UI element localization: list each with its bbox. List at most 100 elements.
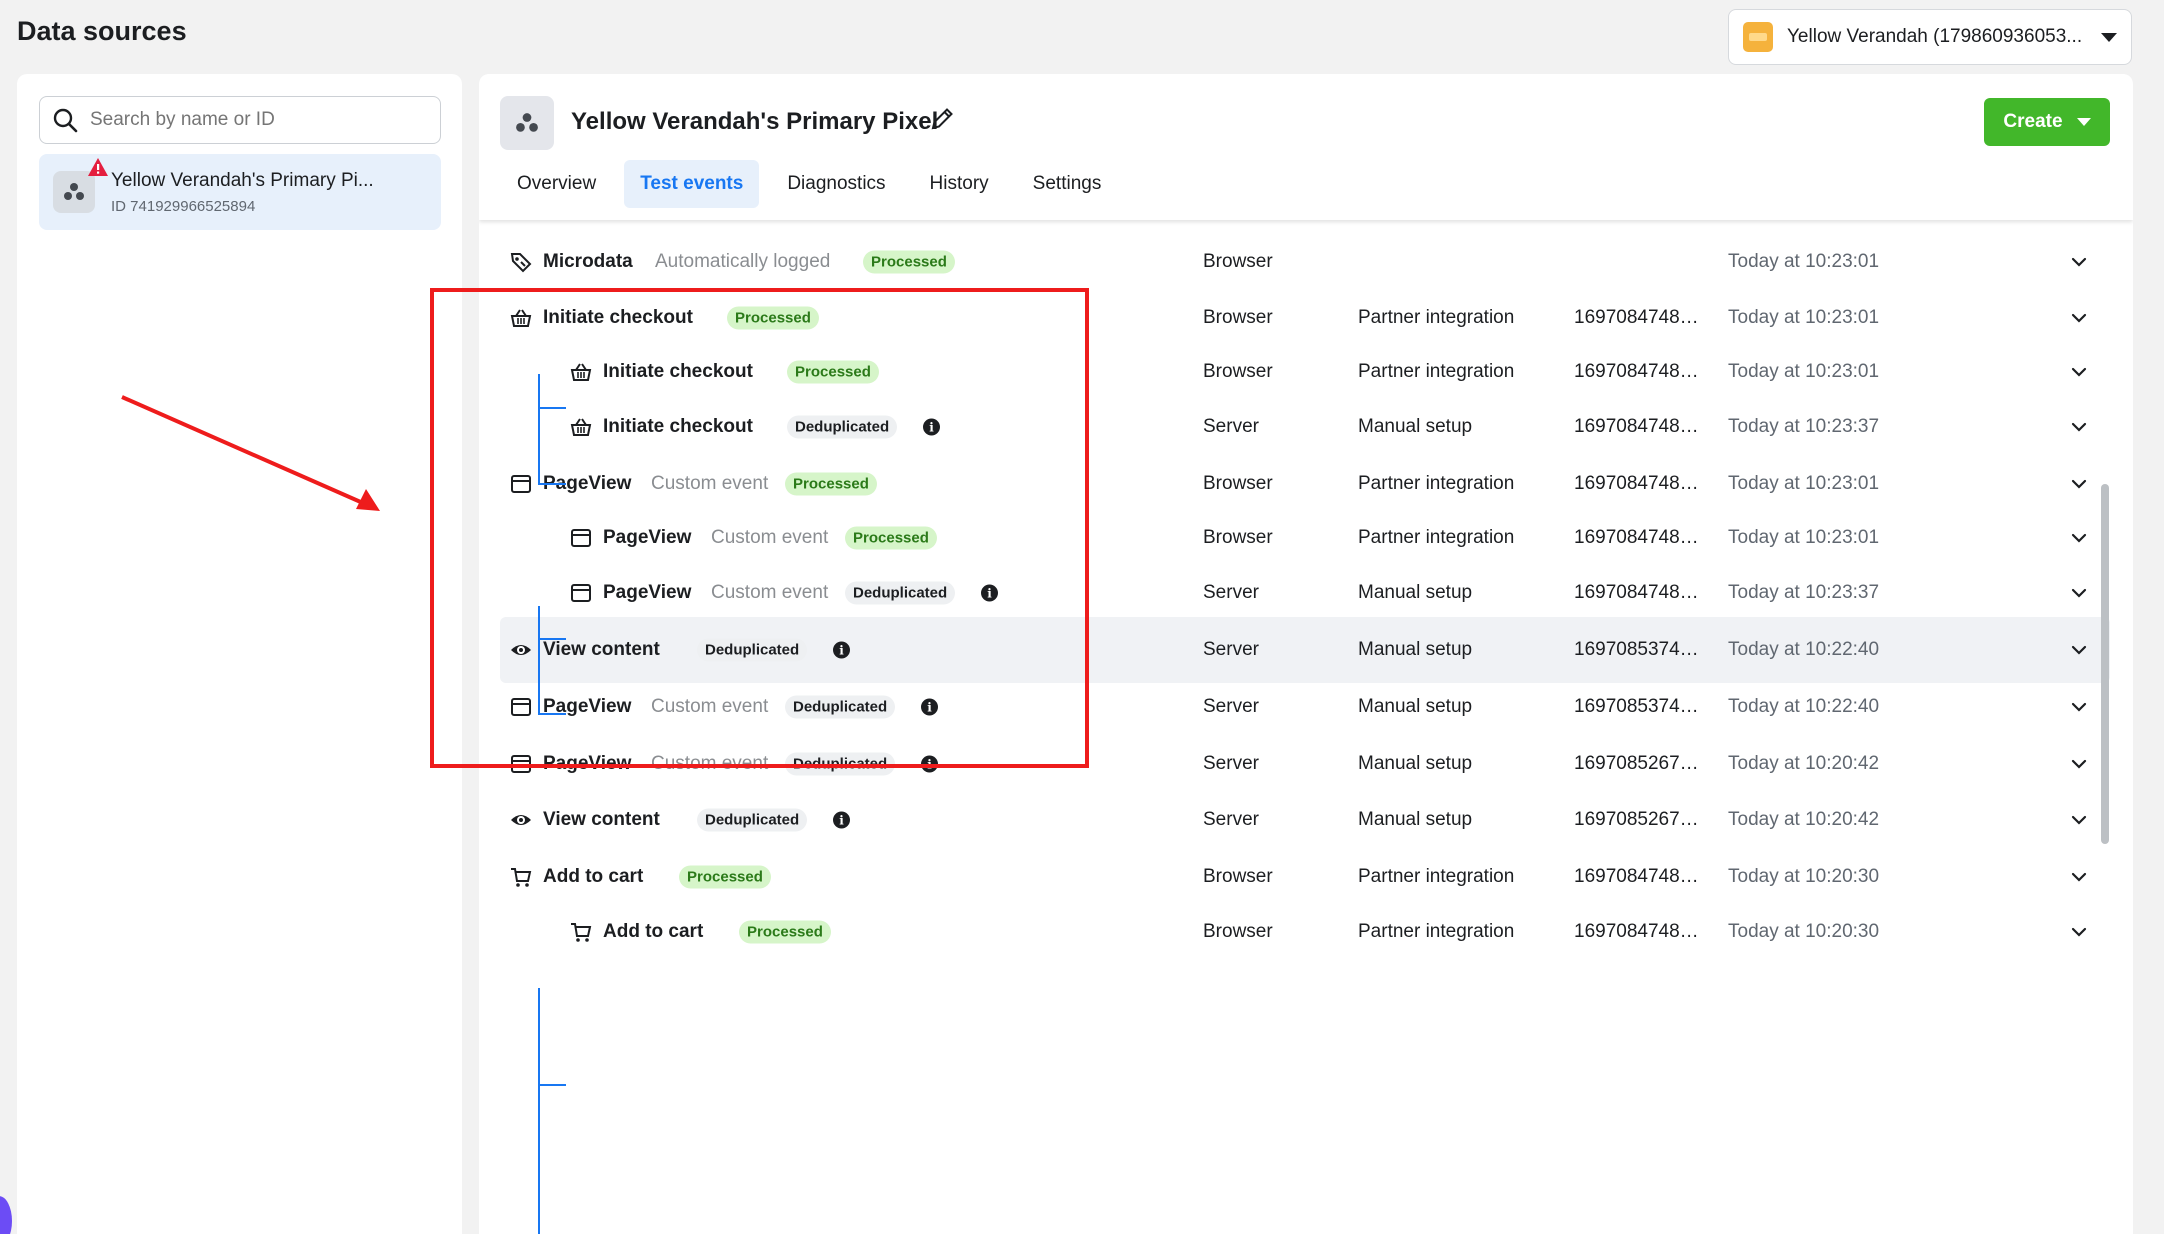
- page-title: Data sources: [17, 16, 187, 46]
- warning-icon: [88, 158, 108, 176]
- account-selector[interactable]: Yellow Verandah (179860936053...: [1728, 9, 2132, 65]
- tree-branch: [538, 1084, 566, 1086]
- event-time: Today at 10:23:01: [1728, 473, 1880, 494]
- event-id: 16970852675...: [1574, 753, 1704, 774]
- event-source: Server: [1203, 416, 1259, 437]
- event-id: 16970847483...: [1574, 582, 1704, 603]
- source-id: ID 741929966525894: [111, 197, 256, 215]
- event-source: Browser: [1203, 866, 1273, 887]
- tab-bar: Overview Test events Diagnostics History…: [501, 160, 1129, 208]
- event-time: Today at 10:20:30: [1728, 921, 1880, 942]
- event-time: Today at 10:20:42: [1728, 809, 1880, 830]
- event-time: Today at 10:23:37: [1728, 582, 1880, 603]
- chevron-down-icon[interactable]: [2070, 701, 2088, 713]
- event-setup: Manual setup: [1358, 753, 1473, 774]
- event-setup: Manual setup: [1358, 639, 1473, 660]
- event-setup: Partner integration: [1358, 307, 1515, 328]
- pixel-name: Yellow Verandah's Primary Pixel: [571, 108, 939, 135]
- tab-test-events[interactable]: Test events: [624, 160, 760, 208]
- event-time: Today at 10:23:01: [1728, 307, 1880, 328]
- search-input[interactable]: [90, 109, 428, 131]
- event-name: Add to cart: [603, 921, 704, 942]
- status-badge: Processed: [739, 920, 831, 944]
- chevron-down-icon[interactable]: [2070, 478, 2088, 490]
- create-button[interactable]: Create: [1984, 98, 2110, 146]
- event-source: Browser: [1203, 307, 1273, 328]
- event-time: Today at 10:23:01: [1728, 361, 1880, 382]
- event-source: Server: [1203, 753, 1259, 774]
- chevron-down-icon[interactable]: [2070, 926, 2088, 938]
- chevron-down-icon[interactable]: [2070, 421, 2088, 433]
- event-source: Browser: [1203, 527, 1273, 548]
- tab-overview[interactable]: Overview: [501, 160, 612, 208]
- event-id: 16970847483...: [1574, 307, 1704, 328]
- tab-diagnostics[interactable]: Diagnostics: [771, 160, 901, 208]
- scrollbar[interactable]: [2101, 484, 2109, 844]
- event-id: 16970852675...: [1574, 809, 1704, 830]
- event-source: Browser: [1203, 251, 1273, 272]
- status-badge: Processed: [679, 865, 771, 889]
- chevron-down-icon[interactable]: [2070, 644, 2088, 656]
- cart-icon: [571, 923, 592, 942]
- eye-icon: [511, 815, 531, 825]
- pencil-icon[interactable]: [929, 106, 955, 132]
- chevron-down-icon[interactable]: [2070, 256, 2088, 268]
- event-name: View content: [543, 809, 660, 830]
- chevron-down-icon[interactable]: [2070, 312, 2088, 324]
- event-setup: Manual setup: [1358, 582, 1473, 603]
- tag-icon: [510, 253, 532, 273]
- pixel-avatar-large: [500, 96, 554, 150]
- annotation-highlight-box: [430, 288, 1089, 768]
- event-row[interactable]: Add to cart Processed Browser Partner integ…: [500, 899, 2110, 965]
- pixel-icon: [516, 113, 538, 132]
- data-sources-sidebar: Yellow Verandah's Primary Pi... ID 74192…: [17, 74, 462, 1234]
- event-time: Today at 10:20:42: [1728, 753, 1880, 774]
- event-source: Server: [1203, 696, 1259, 717]
- event-setup: Manual setup: [1358, 696, 1473, 717]
- event-id: 16970847483...: [1574, 416, 1704, 437]
- chevron-down-icon[interactable]: [2070, 587, 2088, 599]
- event-name: Microdata: [543, 251, 633, 272]
- event-setup: Manual setup: [1358, 416, 1473, 437]
- create-label: Create: [2003, 111, 2063, 132]
- event-id: 16970847483...: [1574, 361, 1704, 382]
- caret-down-icon: [2076, 118, 2091, 126]
- tab-history[interactable]: History: [914, 160, 1005, 208]
- data-source-item[interactable]: Yellow Verandah's Primary Pi... ID 74192…: [39, 154, 441, 230]
- event-time: Today at 10:23:01: [1728, 251, 1880, 272]
- info-icon[interactable]: i: [833, 811, 850, 829]
- chevron-down-icon[interactable]: [2070, 366, 2088, 378]
- event-source: Browser: [1203, 921, 1273, 942]
- chevron-down-icon[interactable]: [2070, 532, 2088, 544]
- search-icon: [53, 108, 78, 133]
- event-source: Browser: [1203, 473, 1273, 494]
- chevron-down-icon[interactable]: [2070, 758, 2088, 770]
- chevron-down-icon[interactable]: [2070, 814, 2088, 826]
- event-setup: Partner integration: [1358, 527, 1515, 548]
- chevron-down-icon[interactable]: [2070, 871, 2088, 883]
- event-id: 16970847483...: [1574, 527, 1704, 548]
- cart-icon: [511, 868, 532, 887]
- status-badge: Processed: [863, 250, 955, 274]
- event-time: Today at 10:20:30: [1728, 866, 1880, 887]
- event-setup: Partner integration: [1358, 866, 1515, 887]
- event-id: 16970847483...: [1574, 866, 1704, 887]
- pixel-header: Yellow Verandah's Primary Pixel Create O…: [479, 74, 2133, 220]
- event-id: 16970853747...: [1574, 696, 1704, 717]
- account-avatar: [1743, 22, 1773, 52]
- search-box[interactable]: [39, 96, 441, 144]
- event-source: Browser: [1203, 361, 1273, 382]
- event-setup: Partner integration: [1358, 921, 1515, 942]
- event-time: Today at 10:22:40: [1728, 639, 1880, 660]
- event-source: Server: [1203, 809, 1259, 830]
- event-setup: Partner integration: [1358, 361, 1515, 382]
- event-id: 16970853747...: [1574, 639, 1704, 660]
- help-bubble[interactable]: [0, 1196, 12, 1234]
- status-badge: Deduplicated: [697, 808, 808, 832]
- account-name: Yellow Verandah (179860936053...: [1787, 26, 2083, 47]
- event-source: Server: [1203, 582, 1259, 603]
- tab-settings[interactable]: Settings: [1017, 160, 1118, 208]
- event-time: Today at 10:23:01: [1728, 527, 1880, 548]
- annotation-arrow-icon: [121, 395, 380, 511]
- source-name: Yellow Verandah's Primary Pi...: [111, 169, 374, 191]
